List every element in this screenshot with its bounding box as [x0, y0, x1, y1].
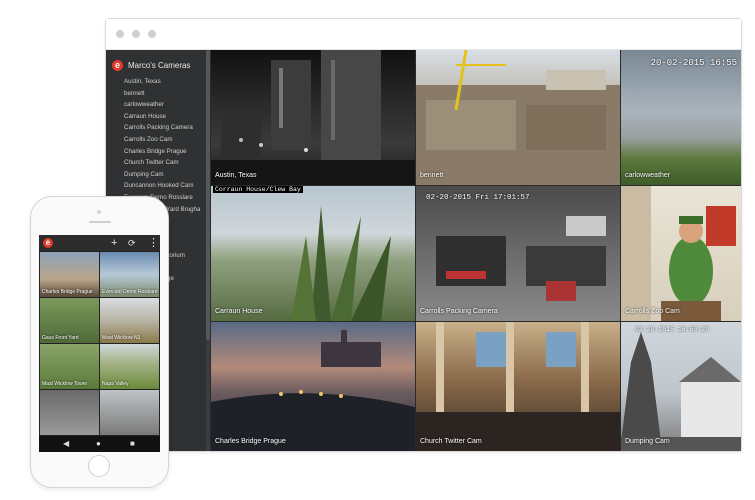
phone-camera-label: Mast Wicklow Tower [42, 381, 88, 387]
phone-camera-label: Evercam Demo Rosslare [102, 289, 158, 295]
camera-timestamp: 02-20-2015 16:50:29 [635, 326, 710, 333]
evercam-logo: e [43, 238, 53, 248]
camera-tile-label: Austin, Texas [215, 172, 257, 179]
sidebar-item-camera[interactable]: bennett [124, 88, 200, 100]
camera-tile[interactable]: Austin, Texas [211, 50, 415, 185]
phone-app-bar: e + ⟳ ⋮ [39, 235, 160, 251]
camera-tile-label: Charles Bridge Prague [215, 438, 286, 445]
camera-snapshot [416, 50, 620, 185]
phone-device: e + ⟳ ⋮ Charles Bridge Prague Evercam De… [30, 196, 169, 488]
window-dot[interactable] [132, 30, 140, 38]
more-menu-icon[interactable]: ⋮ [148, 236, 159, 250]
camera-grid: Austin, Texas bennett 20-02-2015 16:55 c… [211, 50, 741, 451]
camera-tile[interactable]: 02-20-2015 16:50:29 Dumping Cam [621, 322, 741, 451]
sidebar-header: e Marco's Cameras [112, 58, 190, 72]
phone-camera-tile[interactable]: Charles Bridge Prague [40, 252, 99, 297]
sidebar-scroll-thumb[interactable] [206, 50, 210, 340]
refresh-icon[interactable]: ⟳ [128, 236, 136, 250]
camera-tile-label: Church Twitter Cam [420, 438, 482, 445]
sidebar-item-camera[interactable]: carlowweather [124, 99, 200, 111]
sidebar-item-camera[interactable]: Carrolls Packing Camera [124, 122, 200, 134]
phone-camera-tile[interactable]: Napa Valley [100, 344, 159, 389]
phone-camera [97, 210, 101, 214]
phone-camera-tile[interactable]: Gaus Front Yard [40, 298, 99, 343]
phone-camera-tile[interactable] [40, 390, 99, 435]
sidebar-item-camera[interactable]: Austin, Texas [124, 76, 200, 88]
sidebar-item-camera[interactable]: Duncannon Hooked Cam [124, 180, 200, 192]
phone-speaker [89, 221, 111, 223]
camera-timestamp: 02-20-2015 Fri 17:01:57 [426, 194, 530, 202]
camera-timestamp: 20-02-2015 16:55 [650, 58, 737, 68]
sidebar-item-camera[interactable]: Church Twitter Cam [124, 157, 200, 169]
sidebar-item-camera[interactable]: Charles Bridge Prague [124, 146, 200, 158]
phone-camera-tile[interactable]: Mast Wicklow Tower [40, 344, 99, 389]
evercam-app: e Marco's Cameras Austin, Texas bennett … [106, 50, 741, 451]
sidebar-item-camera[interactable]: Dumping Cam [124, 169, 200, 181]
camera-snapshot [211, 50, 415, 185]
camera-tile[interactable]: 02-20-2015 Fri 17:01:57 Carrolls Packing… [416, 186, 620, 321]
phone-camera-label: Mast Wicklow N3 [102, 335, 141, 341]
camera-timestamp: Corraun House/Clew Bay [213, 186, 303, 193]
phone-camera-label: Gaus Front Yard [42, 335, 79, 341]
camera-snapshot [621, 332, 741, 451]
camera-snapshot [436, 216, 606, 301]
camera-tile-label: Carrolls Zoo Cam [625, 308, 680, 315]
camera-tile-label: bennett [420, 172, 444, 179]
phone-camera-tile[interactable]: Evercam Demo Rosslare [100, 252, 159, 297]
camera-snapshot [211, 330, 415, 451]
browser-titlebar [106, 19, 741, 50]
camera-tile[interactable]: Carrolls Zoo Cam [621, 186, 741, 321]
camera-tile[interactable]: Charles Bridge Prague [211, 322, 415, 451]
sidebar-item-camera[interactable]: Carrolls Zoo Cam [124, 134, 200, 146]
android-nav-bar: ◀ ● ■ [39, 436, 160, 452]
phone-camera-label: Charles Bridge Prague [42, 289, 93, 295]
add-camera-icon[interactable]: + [111, 236, 117, 250]
camera-tile-label: Carrolls Packing Camera [420, 308, 498, 315]
camera-tile-label: Dumping Cam [625, 438, 670, 445]
sidebar-item-camera[interactable]: Carraun House [124, 111, 200, 123]
camera-tile[interactable]: bennett [416, 50, 620, 185]
phone-home-button[interactable] [88, 455, 110, 477]
window-dot[interactable] [116, 30, 124, 38]
recents-icon[interactable]: ■ [130, 438, 135, 450]
camera-snapshot [416, 322, 620, 451]
home-icon[interactable]: ● [96, 438, 101, 450]
phone-camera-label: Napa Valley [102, 381, 129, 387]
sidebar-title: Marco's Cameras [128, 60, 191, 70]
phone-camera-tile[interactable]: Mast Wicklow N3 [100, 298, 159, 343]
evercam-logo: e [112, 59, 123, 71]
phone-screen: e + ⟳ ⋮ Charles Bridge Prague Evercam De… [39, 235, 160, 452]
camera-snapshot [291, 206, 391, 321]
window-dot[interactable] [148, 30, 156, 38]
browser-window: e Marco's Cameras Austin, Texas bennett … [105, 18, 742, 452]
camera-tile-label: carlowweather [625, 172, 671, 179]
camera-tile[interactable]: 20-02-2015 16:55 carlowweather [621, 50, 741, 185]
phone-camera-tile[interactable] [100, 390, 159, 435]
camera-tile-label: Carraun House [215, 308, 263, 315]
camera-snapshot [621, 186, 736, 321]
camera-tile[interactable]: Church Twitter Cam [416, 322, 620, 451]
camera-tile[interactable]: Corraun House/Clew Bay Carraun House [211, 186, 415, 321]
back-icon[interactable]: ◀ [63, 438, 69, 450]
